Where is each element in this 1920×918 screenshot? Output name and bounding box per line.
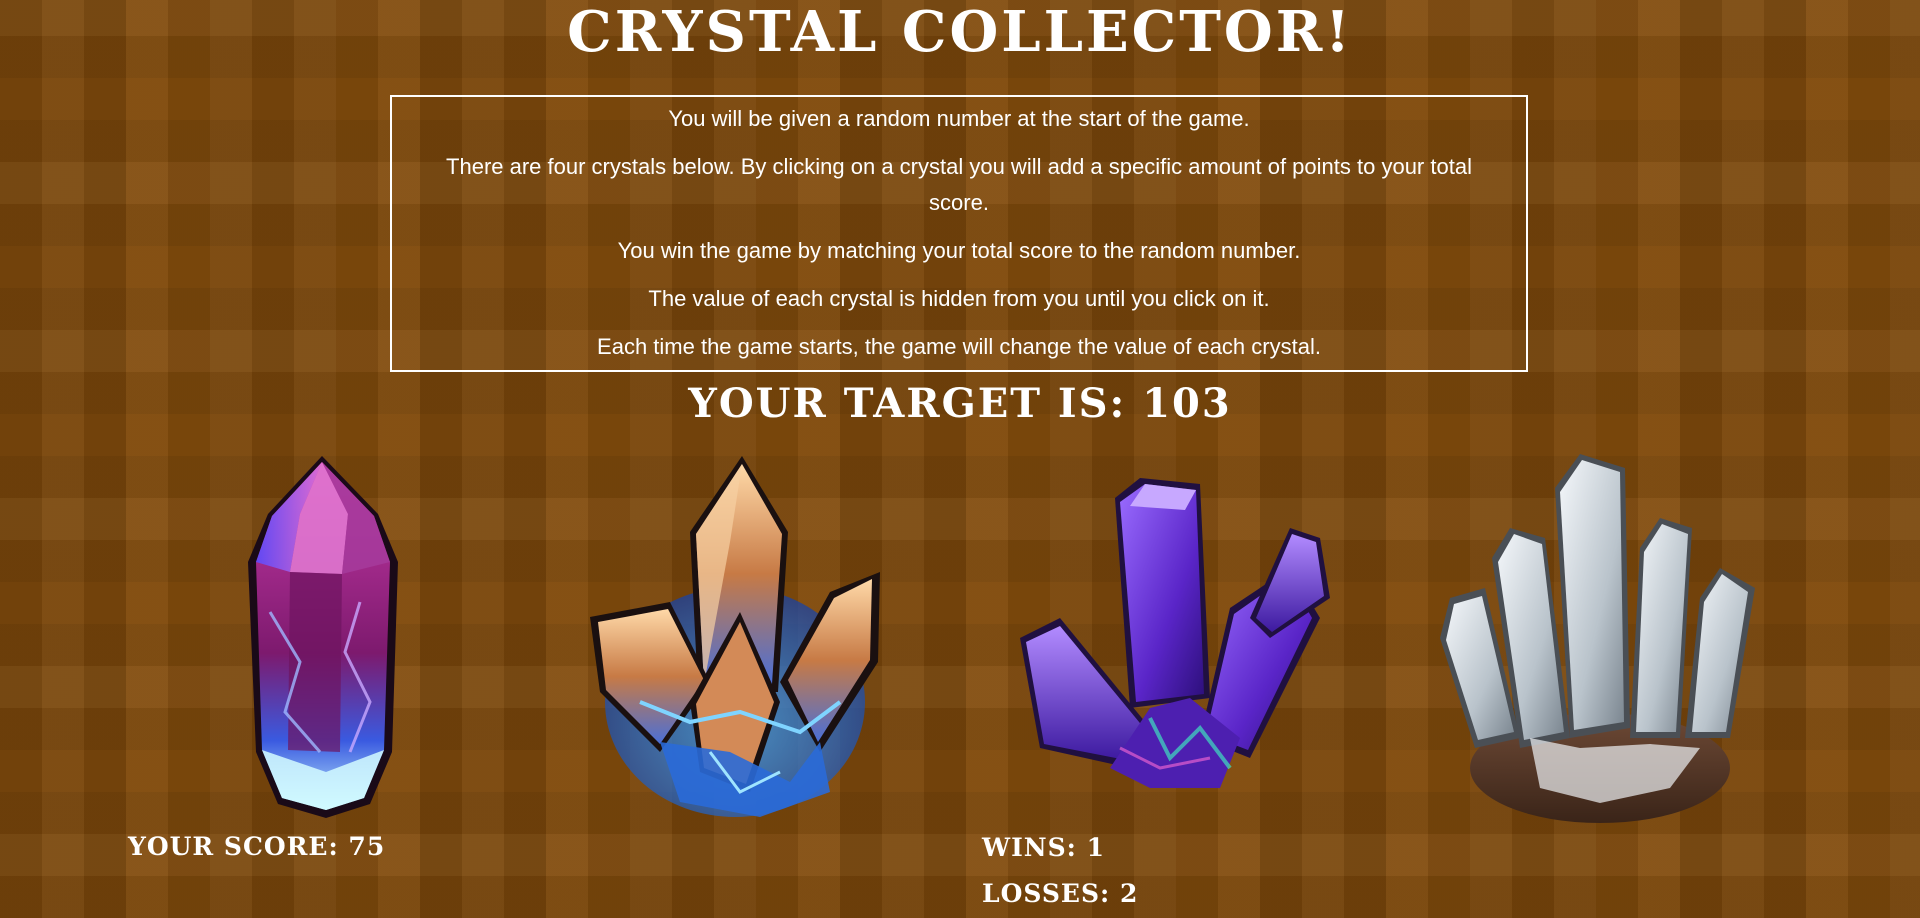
score-label: YOUR SCORE: [128,832,339,861]
instruction-line: There are four crystals below. By clicki… [446,154,1472,215]
instruction-line: Each time the game starts, the game will… [597,334,1321,359]
instruction-line: You win the game by matching your total … [617,238,1301,263]
page-title: CRYSTAL COLLECTOR! [567,0,1353,65]
crystal-button-pink[interactable] [230,452,410,822]
score-value: 75 [348,832,386,861]
target-label: YOUR TARGET IS: [688,380,1127,427]
white-crystal-icon [1440,454,1755,823]
wins-display: WINS: 1 [982,832,1105,864]
crystal-button-amber[interactable] [580,452,890,822]
crystal-button-white[interactable] [1430,448,1770,828]
target-display: YOUR TARGET IS: 103 [0,380,1920,428]
losses-display: LOSSES: 2 [982,878,1138,910]
instruction-line: You will be given a random number at the… [668,106,1250,131]
crystal-button-purple[interactable] [1000,468,1350,798]
pink-crystal-icon [248,456,398,818]
instructions-box: You will be given a random number at the… [390,95,1528,372]
losses-label: LOSSES: [982,879,1111,908]
losses-value: 2 [1119,879,1139,908]
wins-value: 1 [1086,833,1106,862]
target-value: 103 [1142,380,1232,427]
amber-crystal-icon [590,456,880,817]
purple-crystal-icon [1020,478,1330,788]
wins-label: WINS: [982,833,1077,862]
score-display: YOUR SCORE: 75 [128,831,385,863]
instruction-line: The value of each crystal is hidden from… [648,286,1270,311]
